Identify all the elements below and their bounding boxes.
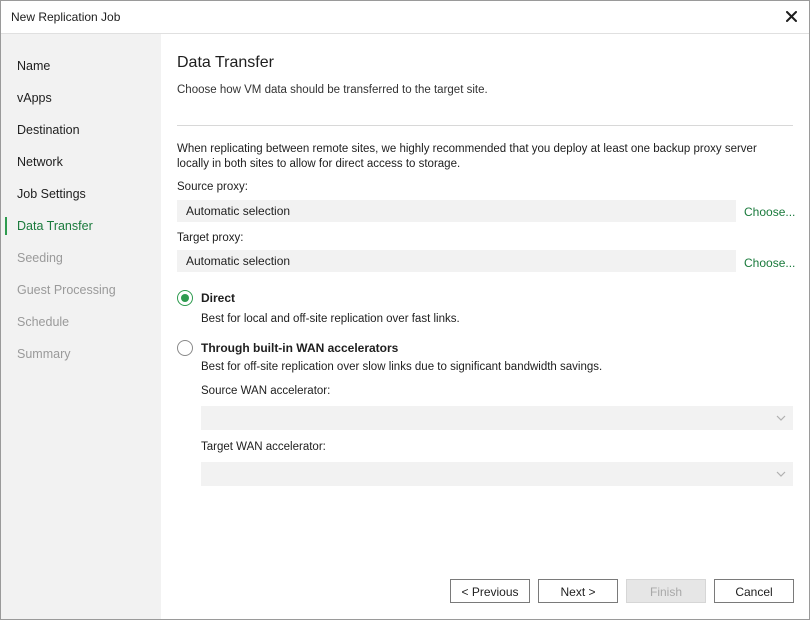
target-proxy-label: Target proxy: — [177, 232, 244, 244]
close-icon-glyph — [785, 10, 797, 22]
header-divider — [177, 125, 793, 126]
step-data-transfer-row: Data Transfer — [1, 214, 161, 238]
page-description: Choose how VM data should be transferred… — [177, 84, 488, 96]
step-vapps[interactable]: vApps — [1, 86, 161, 110]
window-title: New Replication Job — [11, 10, 121, 24]
step-schedule: Schedule — [17, 315, 70, 329]
source-proxy-choose-link[interactable]: Choose... — [744, 205, 795, 219]
source-wan-accelerator-label: Source WAN accelerator: — [201, 385, 331, 397]
title-bar: New Replication Job — [1, 1, 809, 34]
target-proxy-field: Automatic selection — [177, 250, 736, 272]
chevron-down-icon — [776, 471, 786, 477]
step-destination[interactable]: Destination — [1, 118, 161, 142]
previous-button[interactable]: < Previous — [450, 579, 530, 603]
next-button[interactable]: Next > — [538, 579, 618, 603]
close-icon[interactable] — [781, 6, 801, 26]
main-panel: Data Transfer Choose how VM data should … — [161, 34, 809, 619]
step-guest-processing: Guest Processing — [17, 283, 116, 297]
source-proxy-field: Automatic selection — [177, 200, 736, 222]
wan-accelerators-radio[interactable] — [177, 340, 193, 356]
direct-radio[interactable] — [177, 290, 193, 306]
step-name[interactable]: Name — [1, 54, 161, 78]
step-summary: Summary — [17, 347, 71, 361]
target-wan-accelerator-label: Target WAN accelerator: — [201, 441, 326, 453]
cancel-button[interactable]: Cancel — [714, 579, 794, 603]
step-seeding: Seeding — [17, 251, 63, 265]
step-data-transfer[interactable]: Data Transfer — [1, 214, 161, 238]
target-proxy-choose-link[interactable]: Choose... — [744, 256, 795, 270]
direct-radio-label[interactable]: Direct — [201, 291, 235, 305]
target-wan-accelerator-select[interactable] — [201, 462, 793, 486]
wan-accelerators-radio-label[interactable]: Through built-in WAN accelerators — [201, 341, 398, 355]
wizard-steps-sidebar: Name vApps Destination Network Job Setti… — [1, 34, 161, 619]
step-network[interactable]: Network — [1, 150, 161, 174]
proxy-info-text: When replicating between remote sites, w… — [177, 143, 757, 170]
source-proxy-label: Source proxy: — [177, 181, 248, 193]
finish-button: Finish — [626, 579, 706, 603]
chevron-down-icon — [776, 415, 786, 421]
wan-accelerators-description: Best for off-site replication over slow … — [201, 361, 603, 373]
step-job-settings[interactable]: Job Settings — [1, 182, 161, 206]
source-wan-accelerator-select[interactable] — [201, 406, 793, 430]
page-title: Data Transfer — [177, 54, 274, 71]
dialog-window: New Replication Job Name vApps Destinati… — [0, 0, 810, 620]
direct-description: Best for local and off-site replication … — [201, 313, 460, 325]
